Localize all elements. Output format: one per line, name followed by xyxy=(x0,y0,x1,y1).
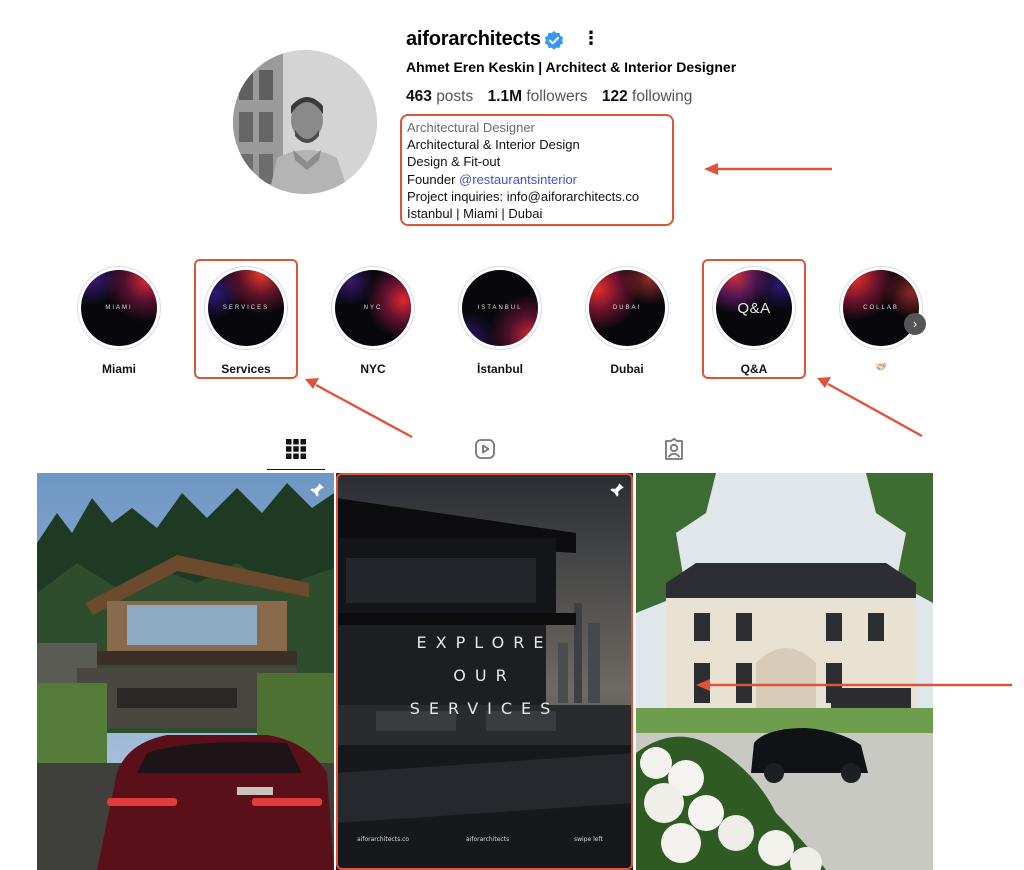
post-chalet[interactable] xyxy=(37,473,334,870)
profile-username: aiforarchitects xyxy=(406,28,541,50)
highlight-ring: MIAMI xyxy=(77,266,161,350)
pin-icon xyxy=(310,483,324,497)
highlight-cover: COLLAB xyxy=(843,270,919,346)
bio-founder-line: Founder @restaurantsinterior xyxy=(407,171,578,187)
highlight-cover: NYC xyxy=(335,270,411,346)
pin-icon xyxy=(610,483,624,497)
overlay-line: OUR xyxy=(453,666,516,685)
bio-line: Architectural & Interior Design xyxy=(407,137,580,153)
active-tab-indicator xyxy=(267,469,325,470)
verified-badge-icon xyxy=(544,30,564,50)
grid-icon[interactable] xyxy=(284,437,308,461)
bio-line: Design & Fit-out xyxy=(407,154,501,170)
founder-handle-link[interactable]: @restaurantsinterior xyxy=(459,172,577,187)
avatar-photo xyxy=(233,50,377,194)
tagged-icon[interactable] xyxy=(662,437,686,461)
bio-inquiries: Project inquiries: info@aiforarchitects.… xyxy=(407,188,640,204)
highlight-label: Miami xyxy=(101,362,136,376)
highlight-istanbul[interactable]: ISTANBUL İstanbul xyxy=(455,266,545,376)
highlight-label: 🫱🏻‍🫲🏼 xyxy=(874,362,888,373)
highlight-label: İstanbul xyxy=(476,362,523,376)
highlight-label: Dubai xyxy=(610,362,644,376)
profile-stats: 463 posts 1.1M followers 122 following xyxy=(406,88,692,106)
post-mansion[interactable] xyxy=(636,473,933,870)
overlay-line: SERVICES xyxy=(409,699,560,718)
explore-services-overlay: EXPLORE OUR SERVICES xyxy=(336,626,633,725)
highlight-ring: COLLAB xyxy=(839,266,923,350)
annotation-box-services xyxy=(194,259,298,379)
bio-category: Architectural Designer xyxy=(407,120,535,135)
post-footer-right: swipe left xyxy=(574,836,603,843)
highlight-ring: ISTANBUL xyxy=(458,266,542,350)
profile-bio: Architectural Designer Architectural & I… xyxy=(400,114,674,226)
highlight-cover: MIAMI xyxy=(81,270,157,346)
annotation-box-qa xyxy=(702,259,806,379)
bio-locations: İstanbul | Miami | Dubai xyxy=(407,206,543,222)
followers-stat[interactable]: 1.1M followers xyxy=(488,88,588,105)
highlight-dubai[interactable]: DUBAI Dubai xyxy=(582,266,672,376)
highlight-cover: ISTANBUL xyxy=(462,270,538,346)
post-image xyxy=(37,473,334,870)
post-image xyxy=(636,473,933,870)
highlights-next-icon[interactable]: › xyxy=(904,313,926,335)
following-stat[interactable]: 122 following xyxy=(602,88,693,105)
highlight-ring: NYC xyxy=(331,266,415,350)
highlight-label: NYC xyxy=(360,362,386,376)
reels-icon[interactable] xyxy=(473,437,497,461)
post-footer-left: aiforarchitects.co xyxy=(357,836,410,843)
highlight-ring: DUBAI xyxy=(585,266,669,350)
highlight-cover: DUBAI xyxy=(589,270,665,346)
profile-full-name: Ahmet Eren Keskin | Architect & Interior… xyxy=(406,59,737,75)
highlight-miami[interactable]: MIAMI Miami xyxy=(74,266,164,376)
post-footer-center: aiforarchitects xyxy=(466,836,510,843)
more-options-icon[interactable]: ⋮ xyxy=(582,28,600,50)
posts-stat: 463 posts xyxy=(406,88,474,105)
profile-avatar[interactable] xyxy=(233,50,377,194)
overlay-line: EXPLORE xyxy=(416,633,553,652)
highlight-nyc[interactable]: NYC NYC xyxy=(328,266,418,376)
